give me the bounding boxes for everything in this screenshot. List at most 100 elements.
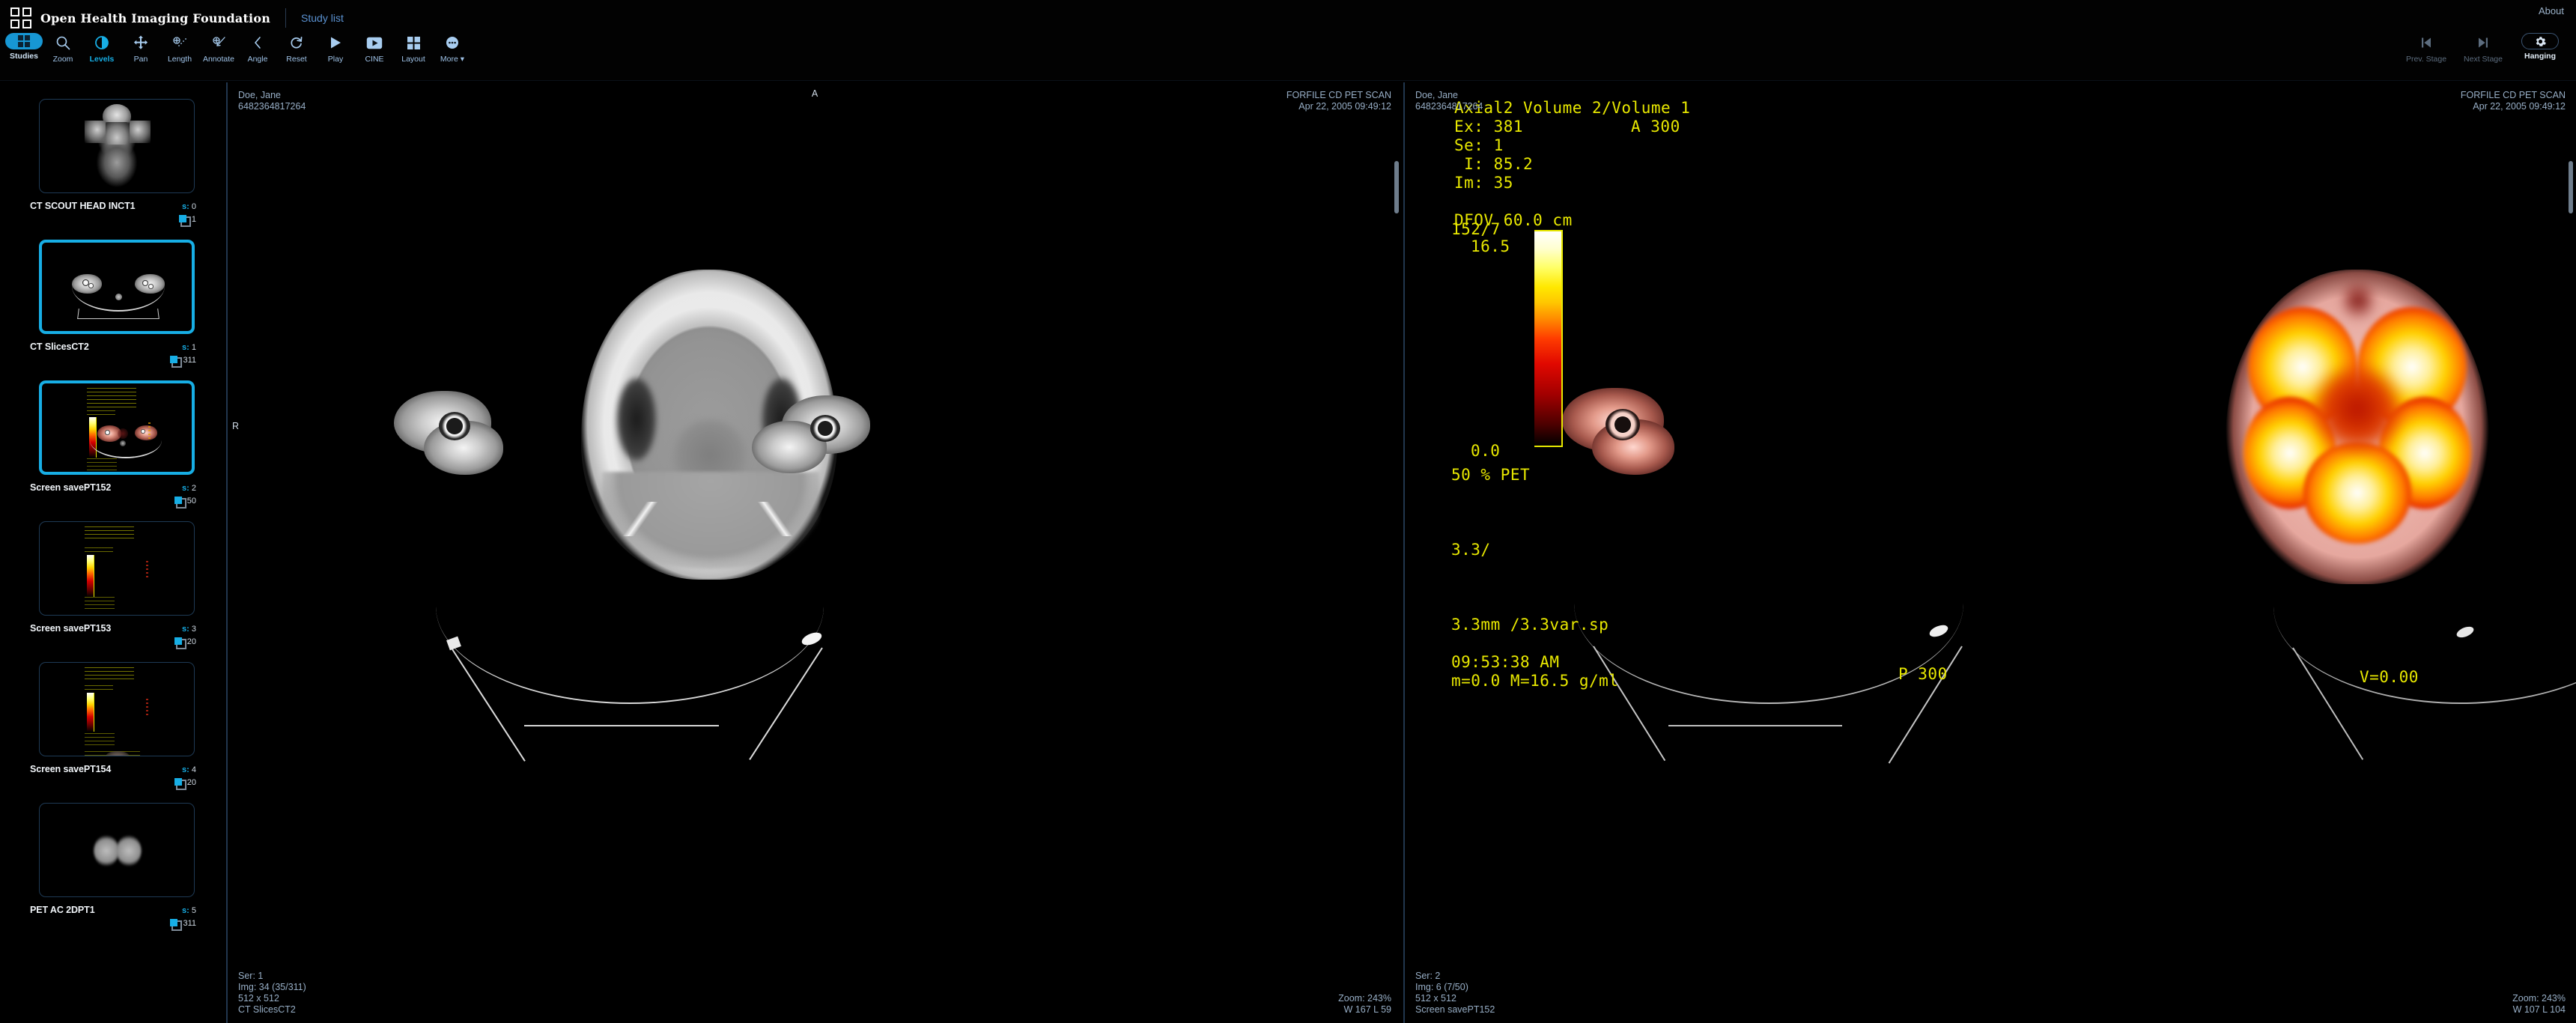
angle-icon <box>252 33 264 52</box>
burned-title: Axial2 Volume 2/Volume 1 <box>1454 99 1691 117</box>
app-title: Open Health Imaging Foundation <box>40 10 271 25</box>
chevron-down-icon: ▾ <box>460 55 465 64</box>
tool-angle[interactable]: Angle <box>238 31 277 64</box>
left-viewport-scrollbar[interactable] <box>1394 161 1399 213</box>
tool-annotate[interactable]: Annotate <box>199 31 238 64</box>
left-patient-info: Doe, Jane 6482364817264 <box>238 90 306 112</box>
thumbnail-image[interactable] <box>39 99 195 193</box>
length-ruler-icon <box>171 33 188 52</box>
grid-logo-icon <box>10 7 31 28</box>
burned-thickness-full: 3.3mm /3.3var.sp <box>1451 616 1609 634</box>
thumbnail-label: Screen savePT153 <box>30 623 112 634</box>
thumbnail-counts: s: 3 20 <box>174 622 196 649</box>
move-arrows-icon <box>133 33 148 52</box>
tool-hanging-label: Hanging <box>2524 52 2556 61</box>
study-list-link[interactable]: Study list <box>301 12 344 24</box>
thumbnail-label: CT SCOUT HEAD INCT1 <box>30 201 136 211</box>
tool-levels-label: Levels <box>89 55 115 64</box>
burned-minmax: m=0.0 M=16.5 g/ml <box>1451 672 1619 690</box>
tool-next-stage-label: Next Stage <box>2464 55 2503 64</box>
stack-icon <box>174 778 186 790</box>
stack-icon <box>170 919 183 931</box>
tool-annotate-label: Annotate <box>202 55 235 64</box>
orientation-marker-anterior: A <box>811 88 818 99</box>
tool-layout[interactable]: Layout <box>394 31 433 64</box>
tool-pan-label: Pan <box>133 55 148 64</box>
viewport-right-pet[interactable]: Axial2 Volume 2/Volume 1 Ex: 381 Se: 1 I… <box>1403 82 2576 1023</box>
series-sidebar[interactable]: CT SCOUT HEAD INCT1 s: 0 1 CT SlicesCT2 … <box>0 82 225 1023</box>
cine-film-icon <box>366 33 383 52</box>
right-series-info: Ser: 2 Img: 6 (7/50) 512 x 512 Screen sa… <box>1415 971 1495 1015</box>
tool-pan[interactable]: Pan <box>121 31 160 64</box>
tool-reset[interactable]: Reset <box>277 31 316 64</box>
left-zoom-window-info: Zoom: 243% W 167 L 59 <box>1338 993 1391 1015</box>
burned-exam: Ex: 381 <box>1454 118 1524 136</box>
tool-zoom[interactable]: Zoom <box>43 31 82 64</box>
thumbnail-image[interactable] <box>39 662 195 756</box>
contrast-icon <box>94 33 109 52</box>
thumbnail-counts: s: 1 311 <box>170 340 196 368</box>
gear-icon <box>2521 33 2559 49</box>
more-dots-icon <box>445 33 460 52</box>
burned-image-number: Im: 35 <box>1454 174 1513 192</box>
tool-more-label: More ▾ <box>440 55 465 64</box>
thumbnail-label: CT SlicesCT2 <box>30 341 89 352</box>
thumbnail-counts: s: 5 311 <box>170 903 196 931</box>
tool-next-stage[interactable]: Next Stage <box>2455 31 2512 64</box>
tool-studies-label: Studies <box>10 52 38 61</box>
play-triangle-icon <box>329 33 342 52</box>
thumbnail-image[interactable] <box>39 380 195 475</box>
secondary-toolbar: Prev. Stage Next Stage Hanging <box>2398 31 2569 64</box>
tool-reset-label: Reset <box>286 55 307 64</box>
tool-hanging[interactable]: Hanging <box>2512 31 2569 64</box>
tool-play[interactable]: Play <box>316 31 355 64</box>
ct-image-canvas <box>228 82 1402 1023</box>
tool-length-label: Length <box>167 55 192 64</box>
primary-toolbar: Studies Zoom Levels Pan Length Annotate … <box>4 31 472 64</box>
right-viewport-scrollbar[interactable] <box>2569 161 2573 213</box>
orientation-marker-right: R <box>232 421 240 431</box>
tool-layout-label: Layout <box>401 55 425 64</box>
skip-next-icon <box>2476 33 2490 52</box>
stack-icon <box>174 497 186 509</box>
burned-thickness-short: 3.3/ <box>1451 541 1491 559</box>
grid-icon <box>5 33 43 49</box>
header-divider <box>285 8 287 28</box>
viewport-left-ct[interactable]: A R Doe, Jane 6482364817264 FORFILE CD P… <box>226 82 1402 1023</box>
stack-icon <box>170 356 183 368</box>
annotate-arrow-icon <box>210 33 227 52</box>
thumbnail-image[interactable] <box>39 803 195 897</box>
right-patient-info: Doe, Jane 6482364817264 <box>1415 90 1483 112</box>
stack-icon <box>174 637 186 649</box>
burned-posterior-marker: P 300 <box>1898 665 1948 683</box>
thumbnail-ct-scout-head[interactable]: CT SCOUT HEAD INCT1 s: 0 1 <box>0 88 225 227</box>
tool-cine-label: CINE <box>365 55 384 64</box>
burned-anterior-marker: A 300 <box>1631 118 1680 136</box>
tool-more[interactable]: More ▾ <box>433 31 472 64</box>
thumbnail-image[interactable] <box>39 521 195 616</box>
tool-studies[interactable]: Studies <box>4 31 43 61</box>
tool-prev-stage[interactable]: Prev. Stage <box>2398 31 2455 64</box>
app-header: Open Health Imaging Foundation Study lis… <box>0 0 2576 81</box>
thumbnail-image[interactable] <box>39 240 195 334</box>
thumbnail-label: Screen savePT152 <box>30 482 112 493</box>
brand: Open Health Imaging Foundation Study lis… <box>10 7 344 28</box>
burned-acquisition-time: 09:53:38 AM <box>1451 653 1560 671</box>
tool-prev-stage-label: Prev. Stage <box>2405 55 2447 64</box>
tool-cine[interactable]: CINE <box>355 31 394 64</box>
burned-series: Se: 1 <box>1454 136 1504 154</box>
about-link[interactable]: About <box>2539 5 2564 16</box>
burned-colorbar-top-label: 152/7 <box>1451 220 1501 238</box>
reset-rotate-icon <box>289 33 304 52</box>
stack-icon <box>178 215 191 227</box>
burned-colorbar-max: 16.5 <box>1471 237 1510 255</box>
tool-levels[interactable]: Levels <box>82 31 121 64</box>
thumbnail-counts: s: 4 20 <box>174 762 196 790</box>
burned-colorbar-min: 0.0 <box>1471 442 1501 460</box>
thumbnail-counts: s: 0 1 <box>178 199 196 227</box>
left-study-info: FORFILE CD PET SCAN Apr 22, 2005 09:49:1… <box>1286 90 1391 112</box>
burned-blend-label: 50 % PET <box>1451 466 1531 484</box>
tool-length[interactable]: Length <box>160 31 199 64</box>
right-study-info: FORFILE CD PET SCAN Apr 22, 2005 09:49:1… <box>2460 90 2566 112</box>
right-zoom-window-info: Zoom: 243% W 107 L 104 <box>2512 993 2566 1015</box>
